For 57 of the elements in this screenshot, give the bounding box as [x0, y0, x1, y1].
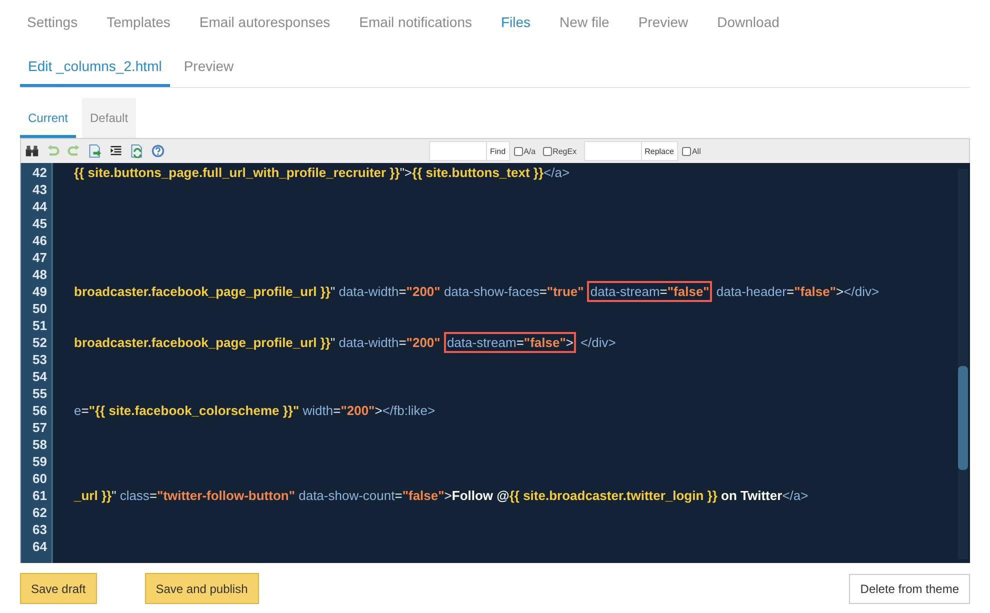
code-line: broadcaster.facebook_page_profile_url }}" data-width="200" data-show-faces="true" data-stream="false" data-header="false"></div> [74, 283, 880, 300]
help-icon[interactable] [151, 144, 165, 158]
line-number: 59 [32, 453, 48, 470]
find-field[interactable] [429, 141, 487, 161]
line-number: 49 [32, 283, 48, 300]
checkbox[interactable]: All [682, 146, 701, 156]
file-tab[interactable]: Edit _columns_2.html [20, 44, 170, 87]
line-number: 43 [32, 181, 48, 198]
code-line: broadcaster.facebook_page_profile_url }}" data-width="200" data-stream="false"> </div> [74, 334, 616, 351]
scrollbar[interactable] [958, 169, 968, 559]
checkbox[interactable]: A/a [514, 146, 536, 156]
nav-tab[interactable]: Templates [98, 14, 170, 30]
nav-tab[interactable]: Email notifications [351, 14, 472, 30]
nav-tab[interactable]: Email autoresponses [191, 14, 330, 30]
replace-button[interactable]: Replace [642, 141, 678, 161]
line-number: 64 [32, 538, 48, 555]
delete-button[interactable]: Delete from theme [849, 574, 970, 604]
code-line: _url }}" class="twitter-follow-button" data-show-count="false">Follow @{{ site.broadcaster.twitter_login }} on Twitter</a> [74, 487, 808, 504]
line-number: 60 [32, 470, 48, 487]
document-refresh-icon[interactable] [130, 144, 144, 158]
scroll-thumb[interactable] [958, 366, 968, 470]
line-number: 48 [32, 266, 48, 283]
indent-lines-icon[interactable] [109, 144, 123, 158]
code-line: e="{{ site.facebook_colorscheme }}" width="200"></fb:like> [74, 402, 436, 419]
nav-tab[interactable]: Preview [630, 14, 688, 30]
replace-field[interactable] [584, 141, 642, 161]
line-number: 58 [32, 436, 48, 453]
save-publish-button[interactable]: Save and publish [144, 573, 259, 604]
binoculars-icon[interactable] [25, 144, 39, 158]
line-number: 52 [32, 334, 48, 351]
line-number: 46 [32, 232, 48, 249]
find-button[interactable]: Find [487, 141, 510, 161]
document-arrow-icon[interactable] [88, 144, 102, 158]
line-number: 45 [32, 215, 48, 232]
file-tab[interactable]: Preview [176, 44, 242, 87]
checkbox[interactable]: RegEx [542, 146, 577, 156]
line-number: 50 [32, 300, 48, 317]
line-number: 47 [32, 249, 48, 266]
version-tab[interactable]: Default [82, 98, 136, 138]
line-number: 62 [32, 504, 48, 521]
line-number: 55 [32, 385, 48, 402]
line-number: 54 [32, 368, 48, 385]
code-editor[interactable] [20, 163, 970, 563]
line-number: 42 [32, 164, 48, 181]
line-number: 53 [32, 351, 48, 368]
code-line: {{ site.buttons_page.full_url_with_profile_recruiter }}">{{ site.buttons_text }}</a> [74, 164, 570, 181]
nav-tab[interactable]: New file [552, 14, 610, 30]
nav-tab[interactable]: Files [492, 14, 531, 30]
line-number: 57 [32, 419, 48, 436]
line-number: 61 [32, 487, 48, 504]
nav-tab[interactable]: Download [709, 14, 780, 30]
line-number: 51 [32, 317, 48, 334]
line-number: 56 [32, 402, 48, 419]
line-number: 44 [32, 198, 48, 215]
line-number: 63 [32, 521, 48, 538]
nav-tab[interactable]: Settings [20, 14, 78, 30]
save-draft-button[interactable]: Save draft [20, 573, 97, 604]
